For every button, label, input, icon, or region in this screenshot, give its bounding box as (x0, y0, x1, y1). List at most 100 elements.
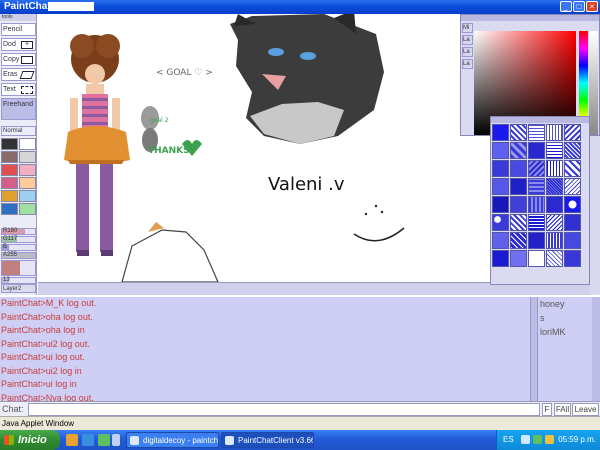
texture-cell[interactable] (564, 196, 581, 213)
texture-cell[interactable] (492, 160, 509, 177)
quick-launch-icon[interactable] (66, 434, 78, 446)
texture-cell[interactable] (492, 196, 509, 213)
tray-icon[interactable] (545, 435, 554, 444)
picker-tab[interactable]: La (462, 47, 473, 57)
texture-cell[interactable] (492, 214, 509, 231)
user-list-item[interactable]: s (538, 311, 592, 325)
color-swatch[interactable] (1, 203, 18, 215)
texture-cell[interactable] (510, 124, 527, 141)
texture-cell[interactable] (492, 178, 509, 195)
color-swatch[interactable] (1, 177, 18, 189)
texture-cell[interactable] (510, 142, 527, 159)
texture-cell[interactable] (528, 142, 545, 159)
f-button[interactable]: F (542, 403, 552, 416)
picker-tab[interactable]: La (462, 59, 473, 69)
brightness-slider[interactable] (589, 31, 598, 135)
color-swatch[interactable] (19, 164, 36, 176)
color-swatch[interactable] (19, 151, 36, 163)
language-indicator[interactable]: ES (503, 435, 514, 444)
texture-cell[interactable] (546, 196, 563, 213)
texture-cell[interactable] (546, 142, 563, 159)
fall-button[interactable]: FAll (554, 403, 571, 416)
texture-cell[interactable] (528, 124, 545, 141)
size-slider[interactable]: 13 (1, 277, 36, 284)
color-swatch[interactable] (1, 138, 18, 150)
texture-cell[interactable] (492, 124, 509, 141)
taskbar-button-paintchat[interactable]: PaintChatClient v3.66 (221, 432, 314, 448)
user-list-item[interactable]: honey (538, 297, 592, 311)
texture-cell[interactable] (564, 250, 581, 267)
chat-line: PaintChat>ui2 log out. (1, 338, 90, 349)
chat-input-bar: Chat: F FAll Leave (0, 401, 600, 416)
color-swatch[interactable] (19, 203, 36, 215)
texture-cell[interactable] (564, 160, 581, 177)
tray-icon[interactable] (521, 435, 530, 444)
texture-cell[interactable] (546, 232, 563, 249)
texture-cell[interactable] (546, 214, 563, 231)
tool-dod[interactable]: Dod + (1, 38, 36, 51)
color-swatch[interactable] (1, 164, 18, 176)
texture-cell[interactable] (492, 142, 509, 159)
status-text: Java Applet Window (2, 419, 75, 428)
slider-fill (2, 261, 21, 275)
tool-text[interactable]: Text (1, 83, 36, 96)
texture-cell[interactable] (546, 250, 563, 267)
leave-button[interactable]: Leave (572, 403, 599, 416)
texture-cell[interactable] (528, 214, 545, 231)
texture-cell[interactable] (528, 160, 545, 177)
tool-pencil[interactable]: Pencil (1, 23, 36, 36)
texture-cell[interactable] (564, 232, 581, 249)
chat-input[interactable] (28, 403, 540, 416)
user-list-scrollbar[interactable] (592, 297, 600, 401)
texture-cell[interactable] (546, 124, 563, 141)
picker-tab[interactable]: La (462, 35, 473, 45)
texture-cell[interactable] (564, 214, 581, 231)
texture-cell[interactable] (510, 214, 527, 231)
texture-cell[interactable] (492, 250, 509, 267)
color-swatch[interactable] (19, 138, 36, 150)
minimize-button[interactable]: _ (560, 1, 572, 12)
texture-cell[interactable] (564, 142, 581, 159)
green-slider[interactable]: G117 (1, 236, 36, 243)
texture-cell[interactable] (528, 196, 545, 213)
color-swatch[interactable] (19, 190, 36, 202)
texture-cell[interactable] (564, 124, 581, 141)
tool-copy[interactable]: Copy (1, 53, 36, 66)
blue-slider[interactable]: B (1, 244, 36, 251)
user-list-item[interactable]: loriMK (538, 325, 592, 339)
taskbar-button-browser[interactable]: digitaldecoy - paintch... (126, 432, 219, 448)
alpha-slider[interactable]: A255 (1, 252, 36, 259)
texture-cell[interactable] (510, 160, 527, 177)
color-swatch[interactable] (19, 177, 36, 189)
tool-eraser[interactable]: Eras (1, 68, 36, 81)
texture-cell[interactable] (546, 178, 563, 195)
red-slider[interactable]: R180 (1, 228, 36, 235)
texture-cell[interactable] (510, 178, 527, 195)
slider-label: A255 (3, 252, 18, 258)
color-swatch[interactable] (1, 151, 18, 163)
close-button[interactable]: × (586, 1, 598, 12)
maximize-button[interactable]: □ (573, 1, 585, 12)
texture-cell[interactable] (564, 178, 581, 195)
color-preview-slider[interactable] (1, 260, 36, 276)
picker-tab[interactable]: Mi (462, 23, 473, 33)
texture-cell[interactable] (546, 160, 563, 177)
texture-cell[interactable] (528, 250, 545, 267)
selection-icon (21, 86, 33, 94)
texture-cell[interactable] (528, 178, 545, 195)
chat-scrollbar[interactable] (530, 297, 537, 401)
quick-launch-icon[interactable] (112, 434, 120, 446)
texture-cell[interactable] (492, 232, 509, 249)
tool-freehand[interactable]: Freehand (1, 98, 36, 120)
color-swatch[interactable] (1, 190, 18, 202)
layer-select[interactable]: Layer2 (1, 284, 36, 293)
quick-launch-icon[interactable] (82, 434, 94, 446)
texture-cell[interactable] (528, 232, 545, 249)
texture-cell[interactable] (510, 250, 527, 267)
texture-cell[interactable] (510, 196, 527, 213)
quick-launch-icon[interactable] (98, 434, 110, 446)
blend-mode-select[interactable]: Normal (1, 126, 36, 136)
texture-cell[interactable] (510, 232, 527, 249)
tray-icon[interactable] (533, 435, 542, 444)
start-button[interactable]: Inicio (0, 430, 60, 450)
